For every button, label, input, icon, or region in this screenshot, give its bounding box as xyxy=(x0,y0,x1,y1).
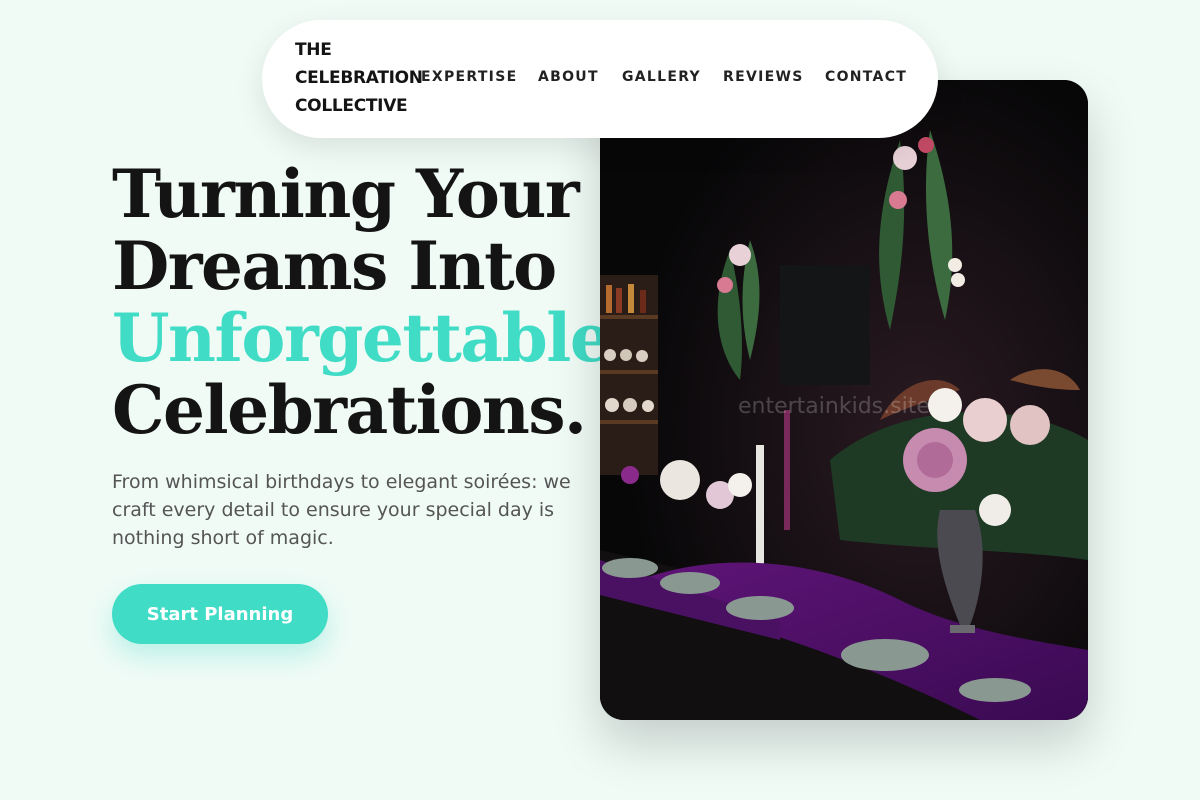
chalkboard xyxy=(780,265,870,385)
brand-logo[interactable]: THE CELEBRATION COLLECTIVE xyxy=(295,36,423,120)
start-planning-button[interactable]: Start Planning xyxy=(112,584,328,644)
nav-link-contact[interactable]: CONTACT xyxy=(825,69,907,85)
headline-accent: Unforgettable xyxy=(112,299,612,377)
nav-link-gallery[interactable]: GALLERY xyxy=(622,69,701,85)
hero-subtext: From whimsical birthdays to elegant soir… xyxy=(112,471,571,549)
nav-link-expertise[interactable]: EXPERTISE xyxy=(421,69,517,85)
brand-line-1: THE xyxy=(295,40,332,60)
brand-line-2: CELEBRATION xyxy=(295,68,423,88)
nav-link-about[interactable]: ABOUT xyxy=(538,69,599,85)
headline-line-2: Dreams Into xyxy=(112,227,557,305)
event-photo: entertainkids.site xyxy=(600,80,1088,720)
nav-link-reviews[interactable]: REVIEWS xyxy=(723,69,804,85)
headline-line-1: Turning Your xyxy=(112,155,580,233)
hero-headline: Turning Your Dreams Into Unforgettable C… xyxy=(112,155,612,449)
photo-watermark: entertainkids.site xyxy=(738,394,930,419)
bar-shelves xyxy=(600,275,658,475)
brand-line-3: COLLECTIVE xyxy=(295,96,408,116)
navbar: THE CELEBRATION COLLECTIVE EXPERTISE ABO… xyxy=(262,20,938,138)
table-setting-illustration: entertainkids.site xyxy=(600,80,1088,720)
headline-line-4: Celebrations. xyxy=(112,371,587,449)
